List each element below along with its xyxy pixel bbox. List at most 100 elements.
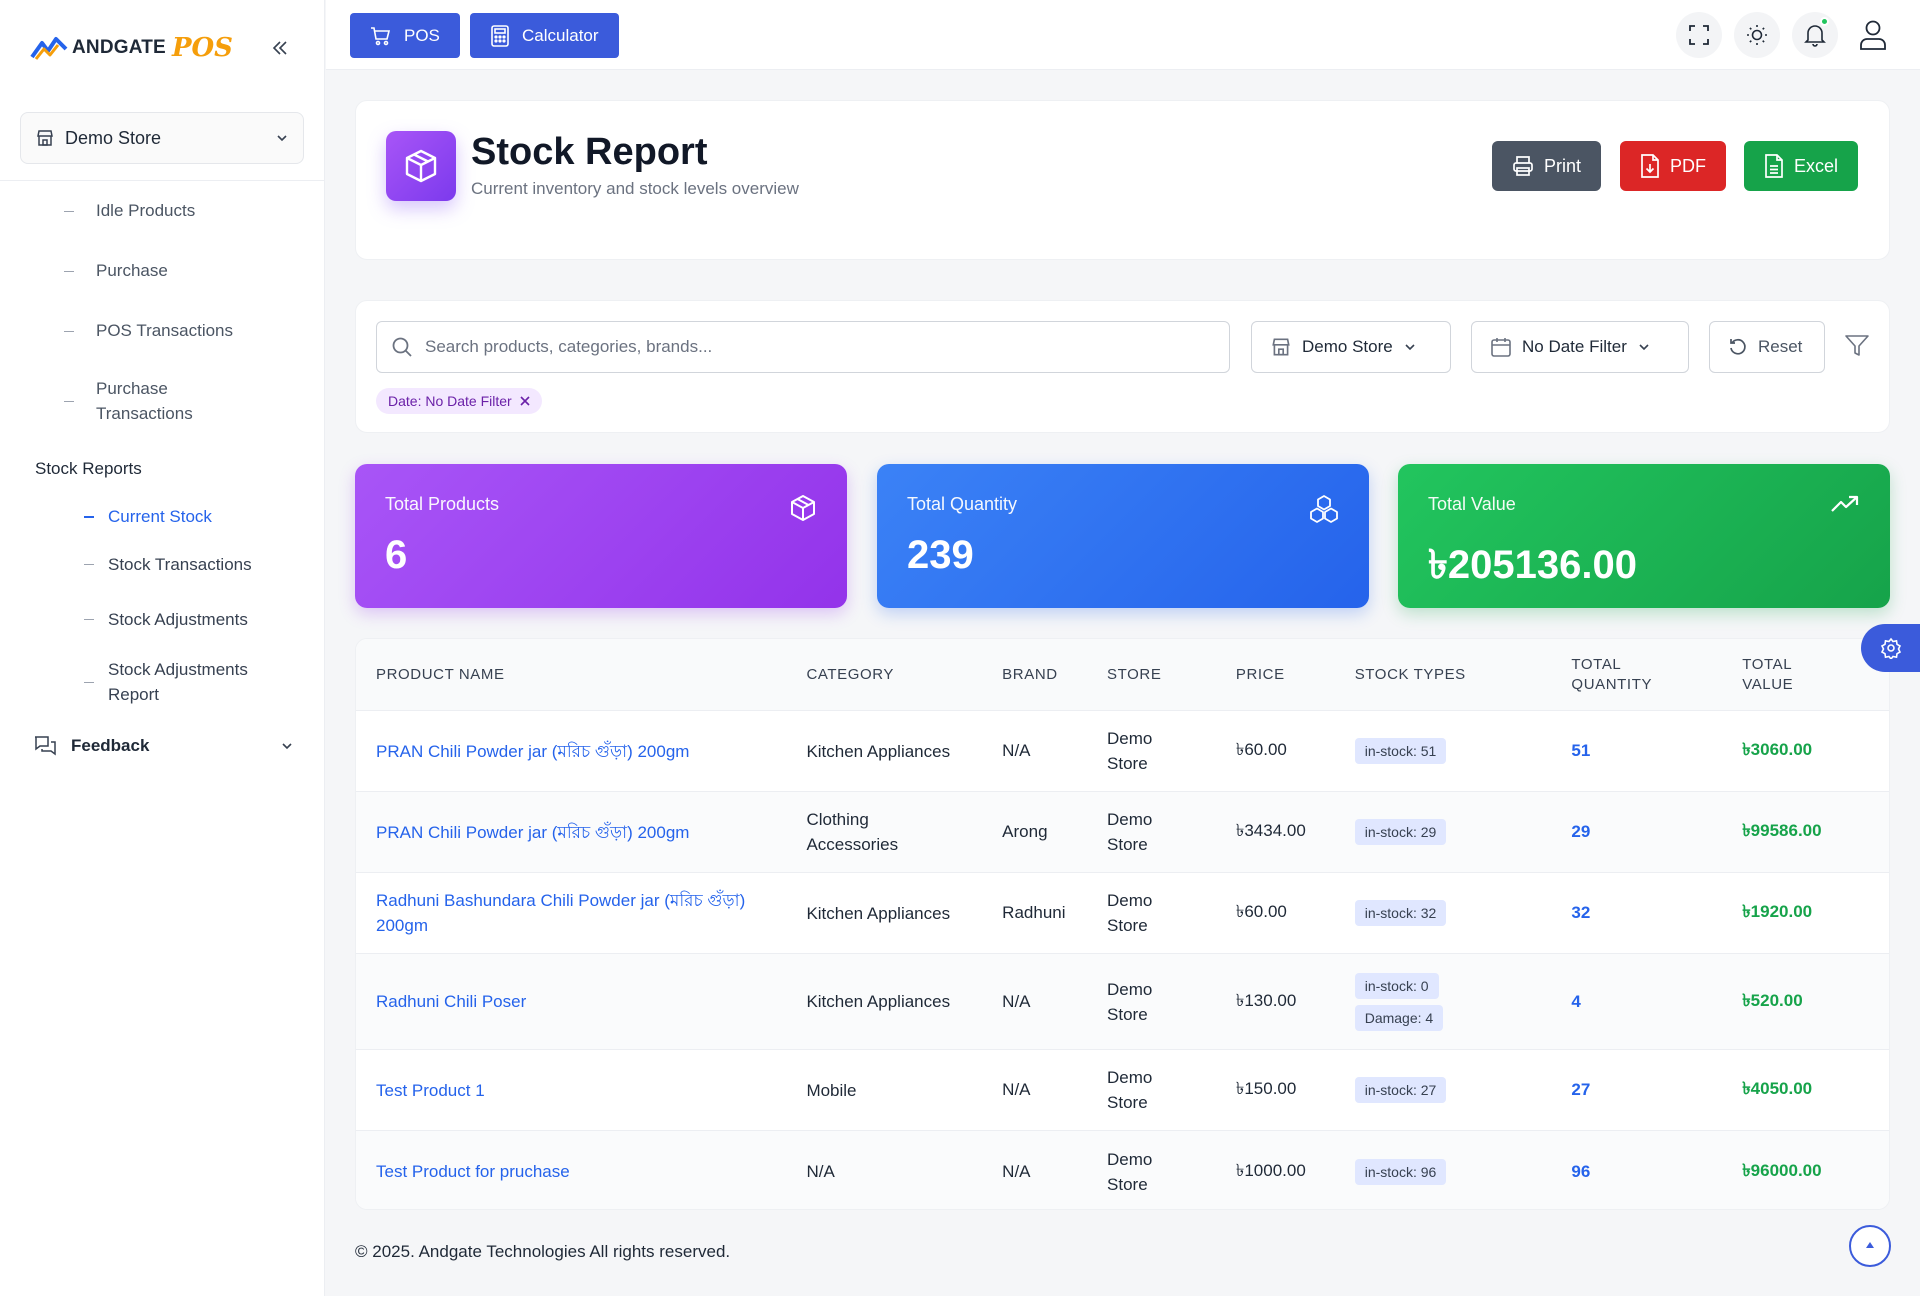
product-name-link[interactable]: PRAN Chili Powder jar (মরিচ গুঁড়া) 200g… [356, 739, 806, 764]
reset-icon [1730, 338, 1746, 355]
store-cell: Demo Store [1107, 979, 1153, 1024]
stock-types-cell: in-stock: 32 [1354, 900, 1572, 926]
stock-types-cell: in-stock: 51 [1354, 738, 1572, 764]
box-icon [386, 131, 456, 201]
store-cell: Demo Store [1107, 891, 1153, 935]
calculator-icon [491, 24, 509, 47]
dash-icon [64, 270, 74, 272]
product-name-link[interactable]: PRAN Chili Powder jar (মরিচ গুঁড়া) 200g… [356, 820, 806, 845]
reset-button[interactable]: Reset [1709, 321, 1825, 373]
sidebar-item-purchase-transactions[interactable]: Purchase Transactions [0, 361, 324, 441]
excel-file-icon [1765, 154, 1783, 178]
product-name-link[interactable]: Radhuni Chili Poser [356, 989, 806, 1014]
funnel-icon[interactable] [1844, 333, 1870, 364]
reset-button-label: Reset [1758, 337, 1803, 356]
sidebar-item-label: Stock Adjustments [108, 609, 248, 629]
user-icon[interactable] [1850, 12, 1896, 58]
pdf-button[interactable]: PDF [1620, 141, 1726, 191]
brand-cell: N/A [1002, 1161, 1031, 1181]
page-subtitle: Current inventory and stock levels overv… [471, 179, 799, 198]
column-header-store[interactable]: STORE [1107, 666, 1236, 683]
pdf-file-icon [1641, 154, 1659, 178]
arrow-up-icon[interactable] [1849, 1225, 1891, 1267]
sidebar-item-label: Current Stock [108, 507, 212, 526]
stock-badge: in-stock: 0 [1354, 972, 1439, 999]
price-cell: ৳60.00 [1235, 902, 1287, 921]
sidebar-item-label: Idle Products [96, 201, 196, 220]
damage-badge: Damage: 4 [1354, 1004, 1444, 1031]
sidebar-item-stock-adjustments[interactable]: Stock Adjustments [0, 592, 324, 647]
dash-icon [84, 516, 94, 518]
column-header-brand[interactable]: BRAND [1002, 666, 1107, 683]
column-header-price[interactable]: PRICE [1236, 666, 1355, 683]
print-button[interactable]: Print [1492, 141, 1602, 191]
store-icon [37, 130, 53, 146]
brand-cell: N/A [1002, 741, 1031, 760]
bell-icon[interactable] [1792, 12, 1838, 58]
product-name-link[interactable]: Test Product for pruchase [356, 1159, 806, 1184]
sidebar-item-label: POS Transactions [96, 321, 234, 340]
date-filter-label: No Date Filter [1522, 337, 1627, 356]
search-box[interactable] [376, 321, 1230, 373]
sidebar-item-label: Purchase Transactions [96, 379, 193, 423]
table-row: Test Product for pruchase N/A N/A Demo S… [356, 1131, 1889, 1209]
date-filter-chip: Date: No Date Filter [376, 388, 542, 414]
column-header-category[interactable]: CATEGORY [806, 666, 1002, 683]
sun-icon[interactable] [1734, 12, 1780, 58]
stat-value: 239 [907, 533, 974, 577]
calculator-button[interactable]: Calculator [470, 13, 619, 58]
brand-cell: Arong [1002, 822, 1048, 841]
table-row: Radhuni Chili Poser Kitchen Appliances N… [356, 954, 1889, 1050]
stock-badge: in-stock: 27 [1354, 1077, 1447, 1103]
stock-types-cell: in-stock: 0 Damage: 4 [1354, 972, 1572, 1031]
column-header-product-name[interactable]: PRODUCT NAME [356, 666, 806, 683]
product-name-link[interactable]: Test Product 1 [356, 1078, 806, 1103]
sidebar-item-idle-products[interactable]: Idle Products [0, 181, 324, 241]
store-selector[interactable]: Demo Store [20, 112, 304, 164]
stat-label: Total Products [385, 494, 500, 514]
stock-types-cell: in-stock: 29 [1354, 819, 1572, 845]
product-name-link[interactable]: Radhuni Bashundara Chili Powder jar (মরি… [356, 888, 806, 938]
quantity-cell: 96 [1571, 1161, 1591, 1181]
calendar-icon [1491, 338, 1511, 357]
quantity-cell: 51 [1571, 741, 1591, 760]
settings-icon[interactable] [1861, 624, 1920, 672]
boxes-icon [1309, 494, 1339, 529]
sidebar-item-stock-adjustments-report[interactable]: Stock Adjustments Report [0, 647, 324, 717]
cart-icon [371, 26, 391, 45]
category-cell: Kitchen Appliances [806, 992, 951, 1011]
value-cell: ৳1920.00 [1742, 902, 1813, 921]
logo[interactable]: ANDGATE POS [30, 33, 233, 63]
sidebar-item-pos-transactions[interactable]: POS Transactions [0, 301, 324, 361]
sidebar-section-stock-reports[interactable]: Stock Reports [0, 441, 324, 497]
chevrons-left-icon[interactable] [266, 34, 294, 62]
excel-button[interactable]: Excel [1744, 141, 1859, 191]
sidebar-item-stock-transactions[interactable]: Stock Transactions [0, 537, 324, 592]
close-icon[interactable] [520, 396, 530, 406]
fullscreen-icon[interactable] [1676, 12, 1722, 58]
logo-row: ANDGATE POS [0, 0, 324, 96]
sidebar-item-purchase[interactable]: Purchase [0, 241, 324, 301]
price-cell: ৳3434.00 [1235, 821, 1306, 840]
quantity-cell: 27 [1571, 1080, 1591, 1099]
table-header-row: PRODUCT NAME CATEGORY BRAND STORE PRICE … [356, 639, 1889, 711]
quantity-cell: 32 [1571, 903, 1591, 922]
date-filter-dropdown[interactable]: No Date Filter [1471, 321, 1689, 373]
topbar-icons [1676, 12, 1896, 58]
report-header-card: Stock Report Current inventory and stock… [355, 100, 1890, 260]
column-header-stock-types[interactable]: STOCK TYPES [1355, 666, 1572, 683]
sidebar-item-feedback[interactable]: Feedback [0, 717, 324, 775]
logo-text: ANDGATE [72, 37, 166, 58]
store-filter-dropdown[interactable]: Demo Store [1251, 321, 1451, 373]
stat-value: ৳205136.00 [1428, 543, 1638, 587]
sidebar-item-current-stock[interactable]: Current Stock [0, 497, 324, 537]
search-input[interactable] [425, 337, 1215, 357]
pos-button[interactable]: POS [350, 13, 460, 58]
sidebar-item-label: Feedback [71, 736, 150, 755]
stat-card-total-value: Total Value ৳205136.00 [1398, 464, 1890, 608]
quantity-cell: 4 [1571, 991, 1581, 1011]
stat-label: Total Quantity [907, 494, 1018, 514]
column-header-total-quantity[interactable]: TOTAL QUANTITY [1571, 655, 1742, 695]
category-cell: Kitchen Appliances [806, 903, 951, 923]
category-cell: Clothing Accessories [806, 810, 899, 854]
